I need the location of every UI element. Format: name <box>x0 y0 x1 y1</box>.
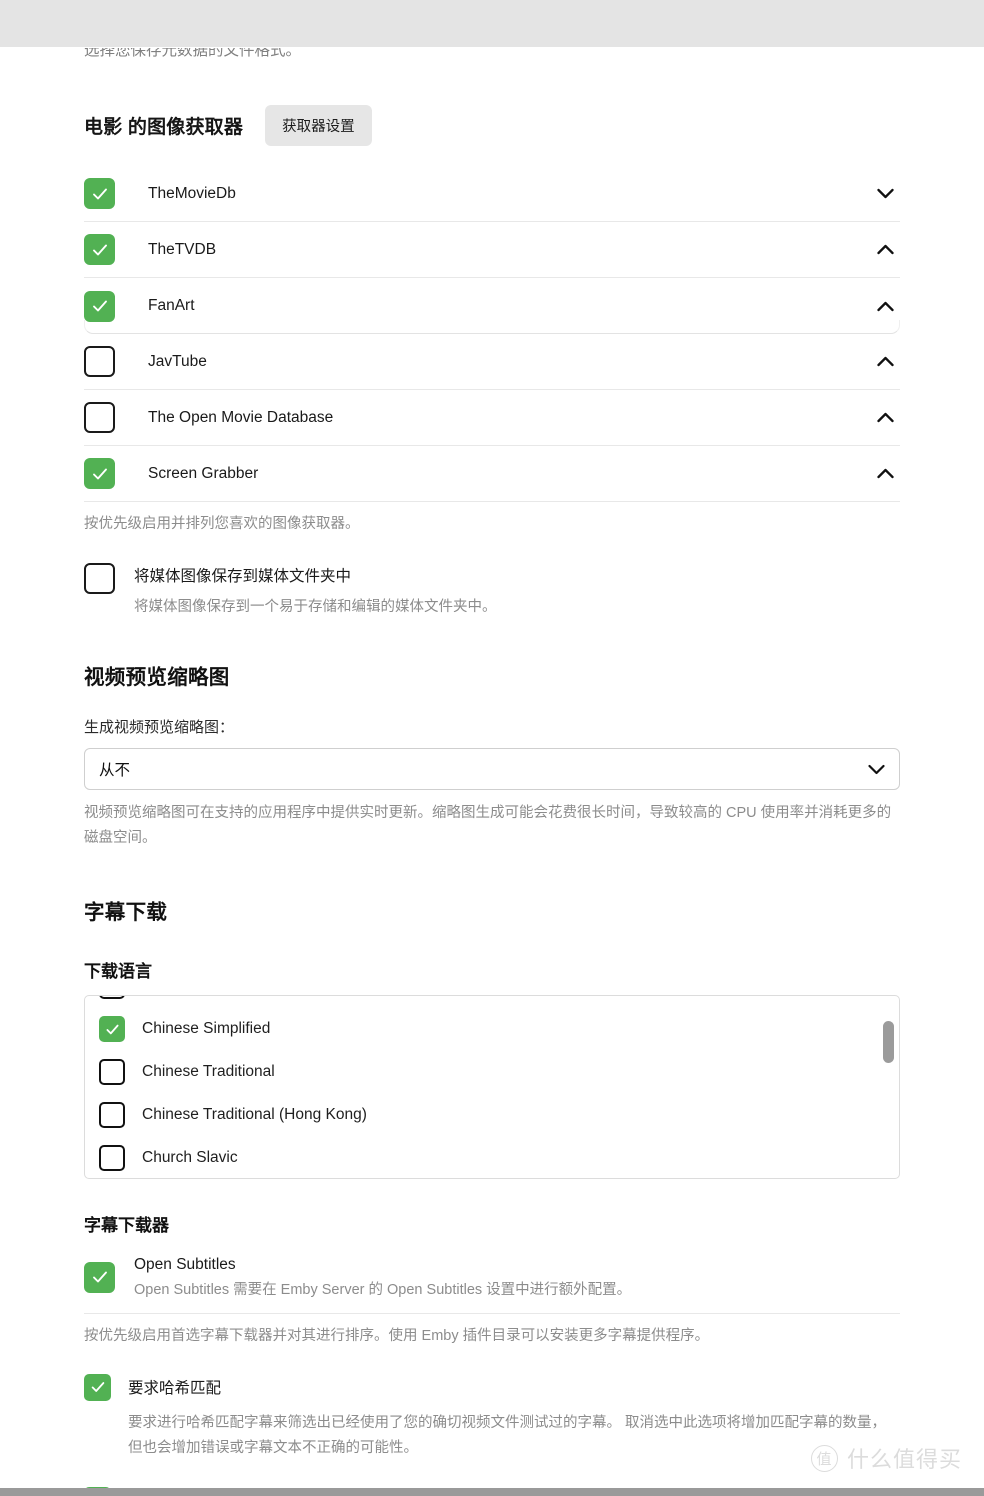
language-label-church-slavic: Church Slavic <box>142 1149 238 1167</box>
checkbox-require-hash-match[interactable] <box>84 1373 111 1401</box>
checkbox-cell <box>84 346 148 377</box>
generate-thumbnails-select[interactable]: 从不 <box>84 748 900 791</box>
option-require-hash-match-description: 要求进行哈希匹配字幕来筛选出已经使用了您的确切视频文件测试过的字幕。 取消选中此… <box>128 1414 887 1457</box>
language-label-chinese-simplified: Chinese Simplified <box>142 1020 271 1038</box>
chevron-up-icon[interactable] <box>870 301 900 312</box>
option-require-hash-match-head[interactable]: 要求哈希匹配 <box>84 1373 900 1401</box>
grabber-row-screen-grabber[interactable]: Screen Grabber <box>84 446 900 502</box>
checkbox-cell <box>84 402 148 433</box>
language-label-chechen: Chechen <box>142 995 204 996</box>
fetcher-settings-button[interactable]: 获取器设置 <box>265 105 372 146</box>
checkbox-chinese-traditional-hk[interactable] <box>99 1102 125 1129</box>
checkbox-screen-grabber[interactable] <box>84 458 115 489</box>
settings-page: 选择您保存元数据的文件格式。 电影 的图像获取器 获取器设置 TheMovieD… <box>0 0 984 1496</box>
checkbox-chechen[interactable] <box>99 995 125 1000</box>
grabber-label-open-movie-database: The Open Movie Database <box>148 408 334 426</box>
language-row-church-slavic[interactable]: Church Slavic <box>85 1137 899 1178</box>
open-subtitles-row[interactable]: Open Subtitles Open Subtitles 需要在 Emby S… <box>84 1254 900 1301</box>
grabber-row-open-movie-database[interactable]: The Open Movie Database <box>84 390 900 446</box>
checkbox-chinese-simplified[interactable] <box>99 1016 125 1043</box>
save-images-to-folder-row[interactable]: 将媒体图像保存到媒体文件夹中 将媒体图像保存到一个易于存储和编辑的媒体文件夹中。 <box>84 563 900 616</box>
languages-scrollbar-thumb[interactable] <box>883 1020 894 1063</box>
chevron-down-icon[interactable] <box>870 188 900 199</box>
grabber-label-javtube: JavTube <box>148 352 207 370</box>
checkbox-open-subtitles[interactable] <box>84 1261 115 1293</box>
save-images-description: 将媒体图像保存到一个易于存储和编辑的媒体文件夹中。 <box>134 599 497 616</box>
checkbox-cell <box>84 458 148 489</box>
grabber-row-thetvdb[interactable]: TheTVDB <box>84 222 900 278</box>
grabber-label-thetvdb: TheTVDB <box>148 240 217 258</box>
checkbox-thetvdb[interactable] <box>84 234 115 265</box>
checkbox-themoviedb[interactable] <box>84 178 115 209</box>
subtitle-downloaders-heading: 字幕下载器 <box>84 1215 169 1235</box>
chevron-down-icon <box>868 764 885 775</box>
checkbox-cell <box>84 178 148 209</box>
divider <box>84 1313 900 1315</box>
language-row-chinese-simplified[interactable]: Chinese Simplified <box>85 1008 899 1051</box>
generate-thumbnails-value: 从不 <box>99 762 131 780</box>
image-grabbers-hint: 按优先级启用并排列您喜欢的图像获取器。 <box>84 516 360 532</box>
open-subtitles-texts: Open Subtitles Open Subtitles 需要在 Emby S… <box>134 1254 631 1301</box>
chevron-up-icon[interactable] <box>870 412 900 423</box>
image-grabbers-header: 电影 的图像获取器 获取器设置 <box>84 105 900 146</box>
grabber-row-javtube[interactable]: JavTube <box>84 334 900 390</box>
video-thumbnails-heading: 视频预览缩略图 <box>84 666 230 690</box>
language-label-chinese-traditional: Chinese Traditional <box>142 1063 275 1081</box>
open-subtitles-title: Open Subtitles <box>134 1255 236 1273</box>
image-grabbers-title: 电影 的图像获取器 <box>84 117 244 138</box>
checkbox-javtube[interactable] <box>84 346 115 377</box>
option-require-hash-match: 要求哈希匹配 要求进行哈希匹配字幕来筛选出已经使用了您的确切视频文件测试过的字幕… <box>84 1373 900 1462</box>
settings-content: 电影 的图像获取器 获取器设置 TheMovieDb TheTVDB FanAr… <box>0 47 984 1496</box>
open-subtitles-description: Open Subtitles 需要在 Emby Server 的 Open Su… <box>134 1282 632 1299</box>
checkbox-open-movie-database[interactable] <box>84 402 115 433</box>
save-images-title: 将媒体图像保存到媒体文件夹中 <box>134 568 352 586</box>
chevron-up-icon[interactable] <box>870 356 900 367</box>
card-edge <box>84 320 900 334</box>
subtitle-downloaders-hint: 按优先级启用首选字幕下载器并对其进行排序。使用 Emby 插件目录可以安装更多字… <box>84 1328 710 1345</box>
checkbox-cell <box>84 290 148 322</box>
image-grabbers-list: TheMovieDb TheTVDB FanArt JavTube The Op… <box>84 166 900 502</box>
chevron-up-icon[interactable] <box>870 244 900 255</box>
grabber-label-themoviedb: TheMovieDb <box>148 184 236 202</box>
checkbox-save-images-to-folder[interactable] <box>84 563 115 595</box>
grabber-label-screen-grabber: Screen Grabber <box>148 464 259 482</box>
languages-scrollbar[interactable] <box>882 999 895 1175</box>
video-thumbnails-description: 视频预览缩略图可在支持的应用程序中提供实时更新。缩略图生成可能会花费很长时间，导… <box>84 805 892 847</box>
checkbox-cell <box>84 234 148 265</box>
grabber-row-fanart[interactable]: FanArt <box>84 278 900 334</box>
bottom-chrome-bar <box>0 1488 984 1496</box>
subtitle-download-heading: 字幕下载 <box>84 900 168 924</box>
languages-scroll-content: Chechen Chinese Simplified Chinese Tradi… <box>85 995 899 1178</box>
generate-thumbnails-label: 生成视频预览缩略图： <box>84 719 235 737</box>
checkbox-chinese-traditional[interactable] <box>99 1059 125 1086</box>
language-row-chinese-traditional[interactable]: Chinese Traditional <box>85 1051 899 1094</box>
checkbox-fanart[interactable] <box>84 290 115 322</box>
top-chrome-bar <box>0 0 984 47</box>
download-languages-list[interactable]: Chechen Chinese Simplified Chinese Tradi… <box>84 994 900 1179</box>
language-label-chinese-traditional-hk: Chinese Traditional (Hong Kong) <box>142 1106 367 1124</box>
chevron-up-icon[interactable] <box>870 468 900 479</box>
language-row-chinese-traditional-hk[interactable]: Chinese Traditional (Hong Kong) <box>85 1094 899 1137</box>
grabber-row-themoviedb[interactable]: TheMovieDb <box>84 166 900 222</box>
language-row-chechen[interactable]: Chechen <box>85 995 899 1008</box>
grabber-label-fanart: FanArt <box>148 297 195 314</box>
save-images-texts: 将媒体图像保存到媒体文件夹中 将媒体图像保存到一个易于存储和编辑的媒体文件夹中。 <box>134 563 497 616</box>
option-require-hash-match-title: 要求哈希匹配 <box>128 1380 222 1398</box>
download-languages-heading: 下载语言 <box>84 961 152 981</box>
checkbox-church-slavic[interactable] <box>99 1145 125 1172</box>
